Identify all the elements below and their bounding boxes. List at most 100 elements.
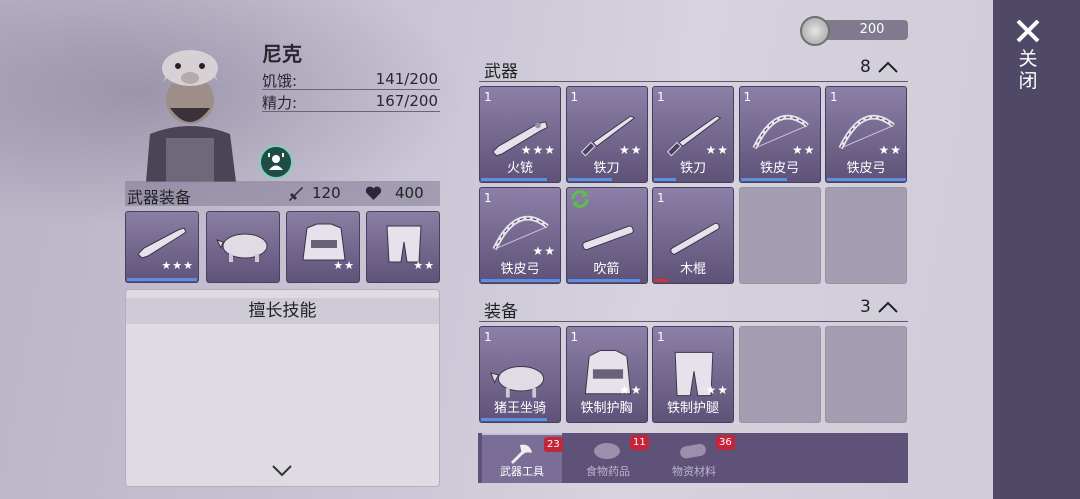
durability-bar xyxy=(481,418,547,421)
meat-icon xyxy=(594,443,620,459)
skills-title: 擅长技能 xyxy=(126,298,439,324)
tab-label: 物资材料 xyxy=(672,465,716,478)
item-quantity: 1 xyxy=(830,90,838,104)
item-quantity: 1 xyxy=(484,330,492,344)
equipped-stars: ★★ xyxy=(333,259,355,272)
equipped-slot-chest[interactable]: ★★ xyxy=(286,211,360,283)
status-buff-icon[interactable] xyxy=(259,145,293,179)
equipped-stars: ★★ xyxy=(413,259,435,272)
musket-icon xyxy=(137,227,187,259)
boar-mount-icon xyxy=(490,366,545,398)
energy-label: 精力: xyxy=(262,94,298,112)
tab-materials[interactable]: 物资材料 36 xyxy=(654,433,735,483)
item-name: 铁刀 xyxy=(593,161,620,176)
tab-food-medicine[interactable]: 食物药品 11 xyxy=(568,433,649,483)
item-name: 铁皮弓 xyxy=(846,161,886,176)
equipped-slot-legs[interactable]: ★★ xyxy=(366,211,440,283)
durability-bar xyxy=(481,178,547,181)
item-stars: ★★ xyxy=(705,383,729,397)
empty-slot xyxy=(738,187,821,284)
gear-slot[interactable]: 1 ★★ 铁制护腿 xyxy=(652,326,734,423)
empty-slot xyxy=(738,326,821,423)
boar-mount-icon xyxy=(216,233,268,262)
item-quantity: 1 xyxy=(570,90,579,104)
weapon-slot[interactable]: 1 ★★ 铁刀 xyxy=(565,86,648,183)
close-icon[interactable] xyxy=(1015,18,1041,44)
equipment-header: 武器装备 120 400 xyxy=(125,181,440,207)
character-name: 尼克 xyxy=(262,42,302,66)
item-quantity: 1 xyxy=(570,330,579,344)
item-stars: ★★ xyxy=(532,244,556,258)
weapon-slot[interactable]: 吹箭 xyxy=(565,187,648,284)
item-stars: ★★ xyxy=(878,143,902,157)
item-stars: ★★★ xyxy=(520,143,556,157)
tab-badge: 11 xyxy=(630,435,649,450)
chevron-down-icon[interactable] xyxy=(271,464,293,478)
durability-bar xyxy=(654,178,677,181)
item-name: 铁皮弓 xyxy=(759,161,799,176)
item-quantity: 1 xyxy=(484,191,492,205)
weapons-count: 8 xyxy=(860,57,871,77)
tab-badge: 23 xyxy=(544,437,563,452)
gear-slot[interactable]: 1 ★★ 铁制护胸 xyxy=(565,326,648,423)
character-portrait xyxy=(146,50,236,182)
hunger-value: 141/200 xyxy=(375,70,438,88)
energy-value: 167/200 xyxy=(375,92,438,110)
tab-label: 武器工具 xyxy=(500,465,544,478)
item-quantity: 1 xyxy=(743,90,752,104)
equipment-title: 武器装备 xyxy=(127,188,192,207)
tab-badge: 36 xyxy=(716,435,735,450)
item-name: 吹箭 xyxy=(593,262,620,277)
weapon-slot[interactable]: 1 ★★ 铁皮弓 xyxy=(738,86,821,183)
divider xyxy=(479,321,908,322)
coin-icon xyxy=(800,16,830,46)
empty-slot xyxy=(825,187,907,284)
equipped-slot-weapon[interactable]: ★★★ xyxy=(125,211,199,283)
item-quantity: 1 xyxy=(657,330,665,344)
durability-bar xyxy=(481,279,560,282)
durability-bar xyxy=(654,279,669,282)
tab-label: 食物药品 xyxy=(586,465,630,478)
axe-icon xyxy=(510,444,532,465)
wooden-stick-icon xyxy=(670,222,720,255)
weapon-slot[interactable]: 1 木棍 xyxy=(652,187,734,284)
category-tabs: 武器工具 23 食物药品 11 物资材料 36 xyxy=(478,433,908,483)
blowgun-icon xyxy=(581,225,634,251)
refresh-icon xyxy=(571,190,588,208)
empty-slot xyxy=(825,326,907,423)
item-quantity: 1 xyxy=(657,191,665,205)
hunger-label: 饥饿: xyxy=(262,72,298,90)
weapons-section-title: 武器 xyxy=(484,62,518,82)
weapon-slot[interactable]: 1 ★★ 铁皮弓 xyxy=(825,86,907,183)
item-stars: ★★ xyxy=(705,143,729,157)
log-icon xyxy=(680,443,706,459)
tab-weapons-tools[interactable]: 武器工具 23 xyxy=(482,433,563,483)
item-quantity: 1 xyxy=(484,90,492,104)
close-sidebar[interactable]: 关闭 xyxy=(993,0,1080,499)
item-name: 木棍 xyxy=(679,262,706,277)
hunger-stat: 饥饿: 141/200 xyxy=(262,68,440,90)
equipped-stars: ★★★ xyxy=(161,259,194,272)
health-value: 400 xyxy=(395,184,424,202)
chevron-up-icon[interactable] xyxy=(877,300,899,314)
gear-section-title: 装备 xyxy=(484,302,518,322)
item-stars: ★★ xyxy=(791,143,816,157)
chevron-up-icon[interactable] xyxy=(877,60,899,74)
sword-icon xyxy=(289,187,303,201)
weapon-slot[interactable]: 1 ★★ 铁刀 xyxy=(652,86,734,183)
item-quantity: 1 xyxy=(657,90,665,104)
durability-bar xyxy=(127,278,197,281)
weapon-slot[interactable]: 1 ★★ 铁皮弓 xyxy=(479,187,561,284)
durability-bar xyxy=(567,178,612,181)
durability-bar xyxy=(827,178,906,181)
skills-panel: 擅长技能 xyxy=(125,289,440,487)
item-name: 猪王坐骑 xyxy=(493,401,546,416)
equipped-slot-mount[interactable] xyxy=(206,211,280,283)
currency-amount: 200 xyxy=(818,20,908,40)
attack-value: 120 xyxy=(312,184,341,202)
gear-count: 3 xyxy=(860,297,871,317)
durability-bar xyxy=(740,178,787,181)
gear-slot[interactable]: 1 猪王坐骑 xyxy=(479,326,561,423)
item-name: 铁制护腿 xyxy=(666,401,719,416)
weapon-slot[interactable]: 1 ★★★ 火铳 xyxy=(479,86,561,183)
